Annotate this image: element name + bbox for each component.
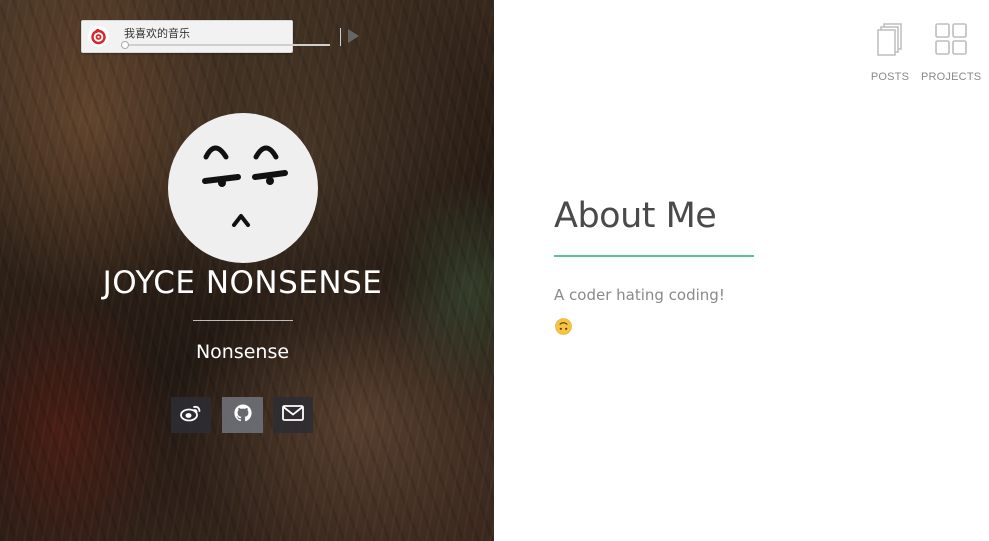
posts-icon bbox=[868, 22, 912, 61]
upside-down-face-icon bbox=[555, 318, 572, 335]
profile-sidebar: 我喜欢的音乐 JOYCE NONSENSE Nonsense bbox=[0, 0, 494, 541]
avatar bbox=[168, 113, 318, 263]
music-divider bbox=[340, 28, 341, 46]
envelope-icon bbox=[282, 404, 304, 426]
weibo-icon bbox=[180, 404, 202, 427]
about-title-underline bbox=[554, 255, 754, 257]
music-progress-knob[interactable] bbox=[121, 41, 129, 49]
music-progress-track[interactable] bbox=[124, 44, 330, 46]
profile-tagline: Nonsense bbox=[195, 341, 290, 363]
nav-projects[interactable]: PROJECTS bbox=[921, 22, 981, 83]
name-divider bbox=[193, 320, 293, 321]
projects-grid-icon bbox=[921, 22, 981, 61]
nav-projects-label: PROJECTS bbox=[921, 71, 982, 83]
about-title: About Me bbox=[554, 196, 717, 236]
nav-posts[interactable]: POSTS bbox=[868, 22, 912, 83]
music-title: 我喜欢的音乐 bbox=[124, 27, 190, 40]
weibo-button[interactable] bbox=[171, 397, 211, 433]
nav-posts-label: POSTS bbox=[870, 71, 910, 83]
music-player[interactable]: 我喜欢的音乐 bbox=[81, 20, 359, 53]
about-text: A coder hating coding! bbox=[554, 286, 725, 304]
github-button[interactable] bbox=[222, 397, 263, 433]
play-icon[interactable] bbox=[348, 29, 359, 43]
mail-button[interactable] bbox=[273, 397, 313, 433]
page: 我喜欢的音乐 JOYCE NONSENSE Nonsense POSTS PRO… bbox=[0, 0, 989, 541]
netease-music-icon bbox=[88, 26, 109, 47]
github-icon bbox=[233, 403, 253, 428]
profile-name: JOYCE NONSENSE bbox=[102, 265, 383, 301]
